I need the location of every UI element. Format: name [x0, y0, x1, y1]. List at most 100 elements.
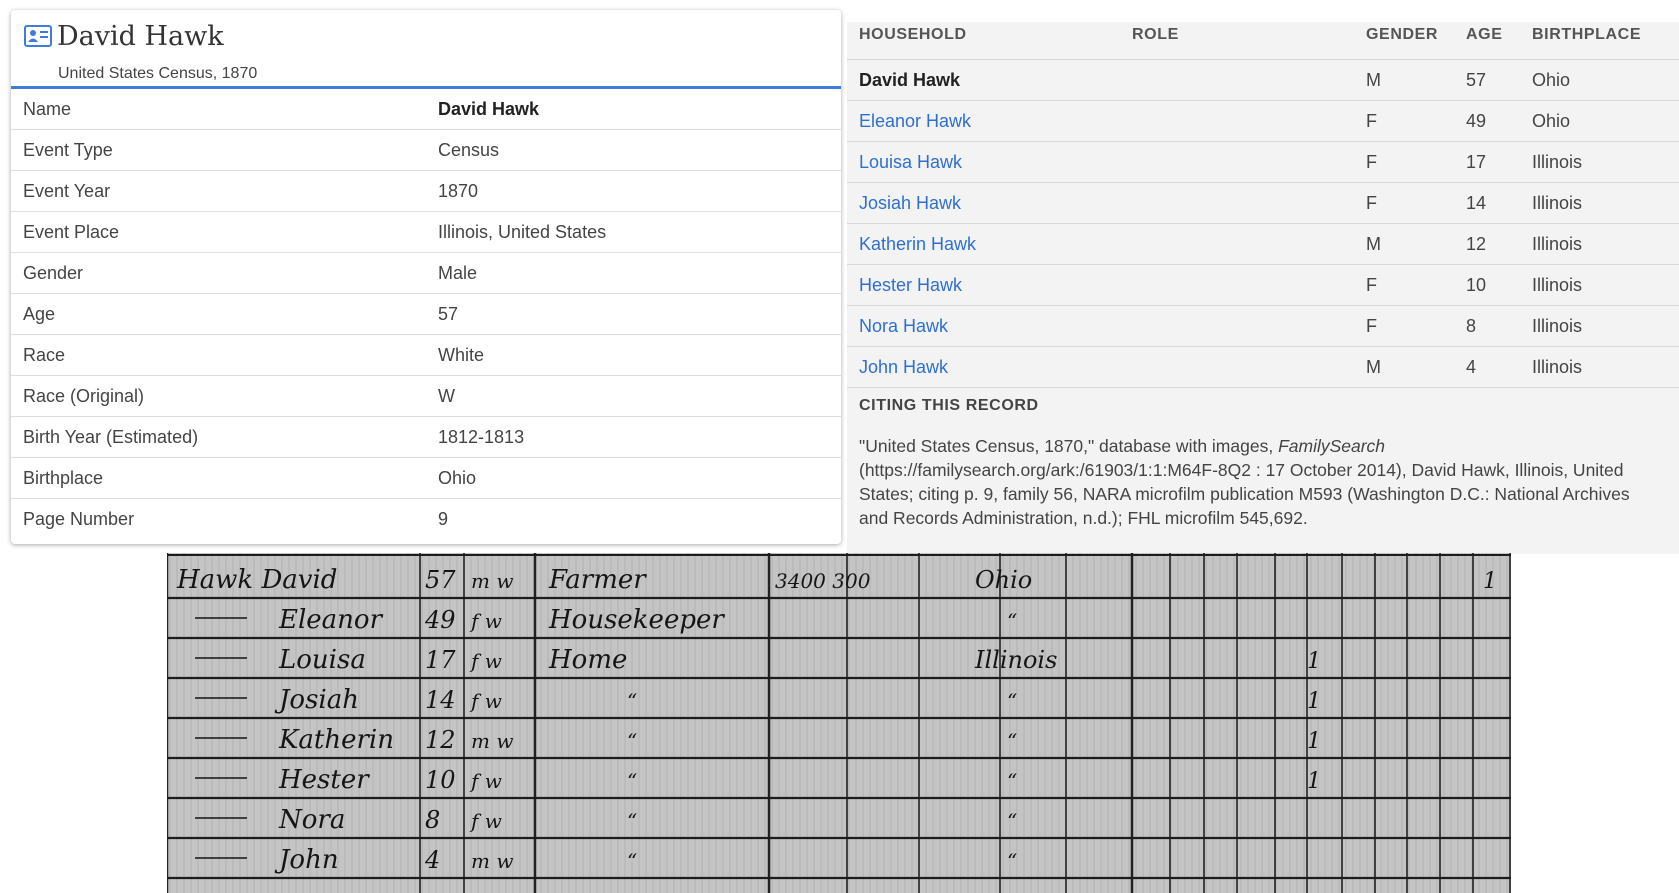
scan-sex-race: f w [469, 689, 502, 713]
fact-label: Event Year [23, 181, 111, 201]
scan-tally-mark: 1 [1307, 729, 1321, 754]
fact-row: Race (Original) W [11, 376, 841, 417]
scan-name: Eleanor [278, 605, 384, 635]
fact-label: Page Number [23, 509, 135, 529]
fact-value: 1812-1813 [438, 427, 525, 447]
household-panel: HOUSEHOLD ROLE GENDER AGE BIRTHPLACE Dav… [847, 22, 1679, 554]
fact-label: Event Place [23, 222, 120, 242]
citation-text-after: (https://familysearch.org/ark:/61903/1:1… [859, 460, 1630, 528]
household-member-birthplace: Illinois [1532, 275, 1583, 295]
fact-row: Event Place Illinois, United States [11, 212, 841, 253]
household-member-link[interactable]: John Hawk [859, 357, 948, 378]
household-member-name: David Hawk [859, 70, 961, 90]
household-member-link[interactable]: Hester Hawk [859, 275, 962, 296]
scan-tally-mark: 1 [1307, 769, 1321, 794]
scan-birthplace: “ [1007, 849, 1017, 873]
fact-row: Gender Male [11, 253, 841, 294]
fact-label: Name [23, 99, 72, 119]
scan-age: 12 [425, 726, 456, 754]
fact-value: 9 [438, 509, 449, 529]
citation-source: FamilySearch [1278, 436, 1386, 456]
household-member-age: 12 [1466, 234, 1487, 254]
household-member-birthplace: Ohio [1532, 70, 1571, 90]
fact-value: David Hawk [438, 99, 540, 119]
fact-value: 1870 [438, 181, 479, 201]
scan-tally-mark: 1 [1307, 649, 1321, 674]
household-member-link[interactable]: Josiah Hawk [859, 193, 961, 214]
citation-heading: CITING THIS RECORD [859, 397, 1039, 414]
household-member-birthplace: Illinois [1532, 193, 1583, 213]
household-member-birthplace: Illinois [1532, 152, 1583, 172]
fact-value: Illinois, United States [438, 222, 607, 242]
fact-row: Event Type Census [11, 130, 841, 171]
household-member-age: 57 [1466, 70, 1487, 90]
household-member-gender: F [1366, 275, 1377, 295]
household-member-gender: F [1366, 316, 1377, 336]
household-row: Josiah Hawk F 14 Illinois [847, 183, 1679, 224]
scan-name: John [274, 845, 339, 875]
fact-label: Gender [23, 263, 84, 283]
household-member-link[interactable]: Eleanor Hawk [859, 111, 971, 132]
household-member-link[interactable]: Louisa Hawk [859, 152, 962, 173]
scan-sex-race: m w [471, 569, 513, 593]
scan-occupation: Housekeeper [548, 605, 725, 635]
scan-sex-race: f w [469, 649, 502, 673]
household-member-birthplace: Illinois [1532, 357, 1583, 377]
household-row: Eleanor Hawk F 49 Ohio [847, 101, 1679, 142]
citation-text: "United States Census, 1870," database w… [859, 434, 1659, 530]
scan-sex-race: m w [471, 729, 513, 753]
scan-age: 4 [424, 846, 440, 874]
column-header-gender: GENDER [1366, 26, 1439, 43]
scan-birthplace: “ [1007, 609, 1017, 633]
household-member-age: 4 [1466, 357, 1477, 377]
scan-age: 17 [425, 646, 456, 674]
scan-occupation: “ [627, 689, 637, 713]
scan-occupation: “ [627, 809, 637, 833]
citation-text-before: "United States Census, 1870," database w… [859, 436, 1279, 456]
household-row: Hester Hawk F 10 Illinois [847, 265, 1679, 306]
household-member-gender: F [1366, 152, 1377, 172]
household-member-birthplace: Illinois [1532, 316, 1583, 336]
fact-label: Age [23, 304, 56, 324]
scan-age: 57 [425, 566, 456, 594]
scan-sex-race: f w [469, 609, 502, 633]
column-header-household: HOUSEHOLD [859, 26, 967, 43]
scan-sex-race: f w [469, 769, 502, 793]
fact-label: Race [23, 345, 66, 365]
fact-label: Birthplace [23, 468, 104, 488]
fact-label: Race (Original) [23, 386, 145, 406]
household-member-gender: M [1366, 357, 1381, 377]
fact-row: Name David Hawk [11, 89, 841, 130]
scan-name: Louisa [278, 645, 366, 675]
census-scan: Hawk David 57 m w Farmer 3400 300 Ohio 1 Eleano… [167, 553, 1511, 893]
column-header-role: ROLE [1132, 26, 1179, 43]
fact-value: White [438, 345, 485, 365]
census-page-image: Hawk David 57 m w Farmer 3400 300 Ohio 1 Eleano… [167, 553, 1511, 893]
household-member-birthplace: Illinois [1532, 234, 1583, 254]
record-title: David Hawk [57, 21, 224, 52]
household-header-row: HOUSEHOLD ROLE GENDER AGE BIRTHPLACE [847, 22, 1679, 60]
fact-value: Ohio [438, 468, 477, 488]
household-member-gender: M [1366, 70, 1381, 90]
household-member-link[interactable]: Katherin Hawk [859, 234, 976, 255]
household-member-birthplace: Ohio [1532, 111, 1571, 131]
scan-name: Katherin [278, 725, 394, 755]
scan-sex-race: f w [469, 809, 502, 833]
fact-row: Age 57 [11, 294, 841, 335]
record-collection: United States Census, 1870 [58, 65, 258, 82]
scan-birthplace: “ [1007, 809, 1017, 833]
household-row: Katherin Hawk M 12 Illinois [847, 224, 1679, 265]
household-member-gender: F [1366, 193, 1377, 213]
record-card: David Hawk United States Census, 1870 Na… [11, 10, 841, 544]
fact-label: Birth Year (Estimated) [23, 427, 199, 447]
fact-row: Birth Year (Estimated) 1812-1813 [11, 417, 841, 458]
household-member-link[interactable]: Nora Hawk [859, 316, 948, 337]
scan-sex-race: m w [471, 849, 513, 873]
fact-value: Male [438, 263, 478, 283]
scan-age: 8 [425, 806, 440, 834]
fact-row: Page Number 9 [11, 499, 841, 539]
household-member-age: 14 [1466, 193, 1487, 213]
scan-birthplace: Ohio [975, 566, 1032, 594]
scan-birthplace: “ [1007, 769, 1017, 793]
household-member-age: 8 [1466, 316, 1477, 336]
